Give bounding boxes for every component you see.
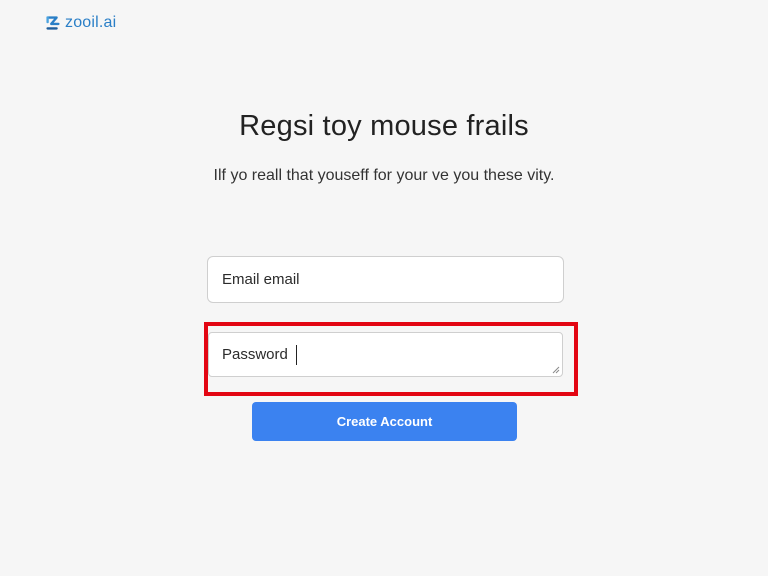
page-title: Regsi toy mouse frails: [239, 110, 529, 142]
brand-logo[interactable]: zooil.ai: [44, 14, 116, 32]
password-field[interactable]: Password: [208, 332, 563, 377]
create-account-button[interactable]: Create Account: [252, 402, 517, 441]
resize-grip-icon[interactable]: [552, 366, 560, 374]
text-cursor: [295, 344, 297, 365]
email-field[interactable]: Email email: [207, 256, 564, 303]
password-field-text: Password: [222, 346, 288, 363]
page-subtitle: Ilf yo reall that youseff for your ve yo…: [213, 167, 555, 184]
zooil-logo-icon: [46, 16, 60, 30]
registration-page: zooil.ai Regsi toy mouse frails Ilf yo r…: [0, 0, 768, 576]
brand-name: zooil.ai: [65, 14, 117, 31]
email-field-text: Email email: [222, 271, 300, 288]
